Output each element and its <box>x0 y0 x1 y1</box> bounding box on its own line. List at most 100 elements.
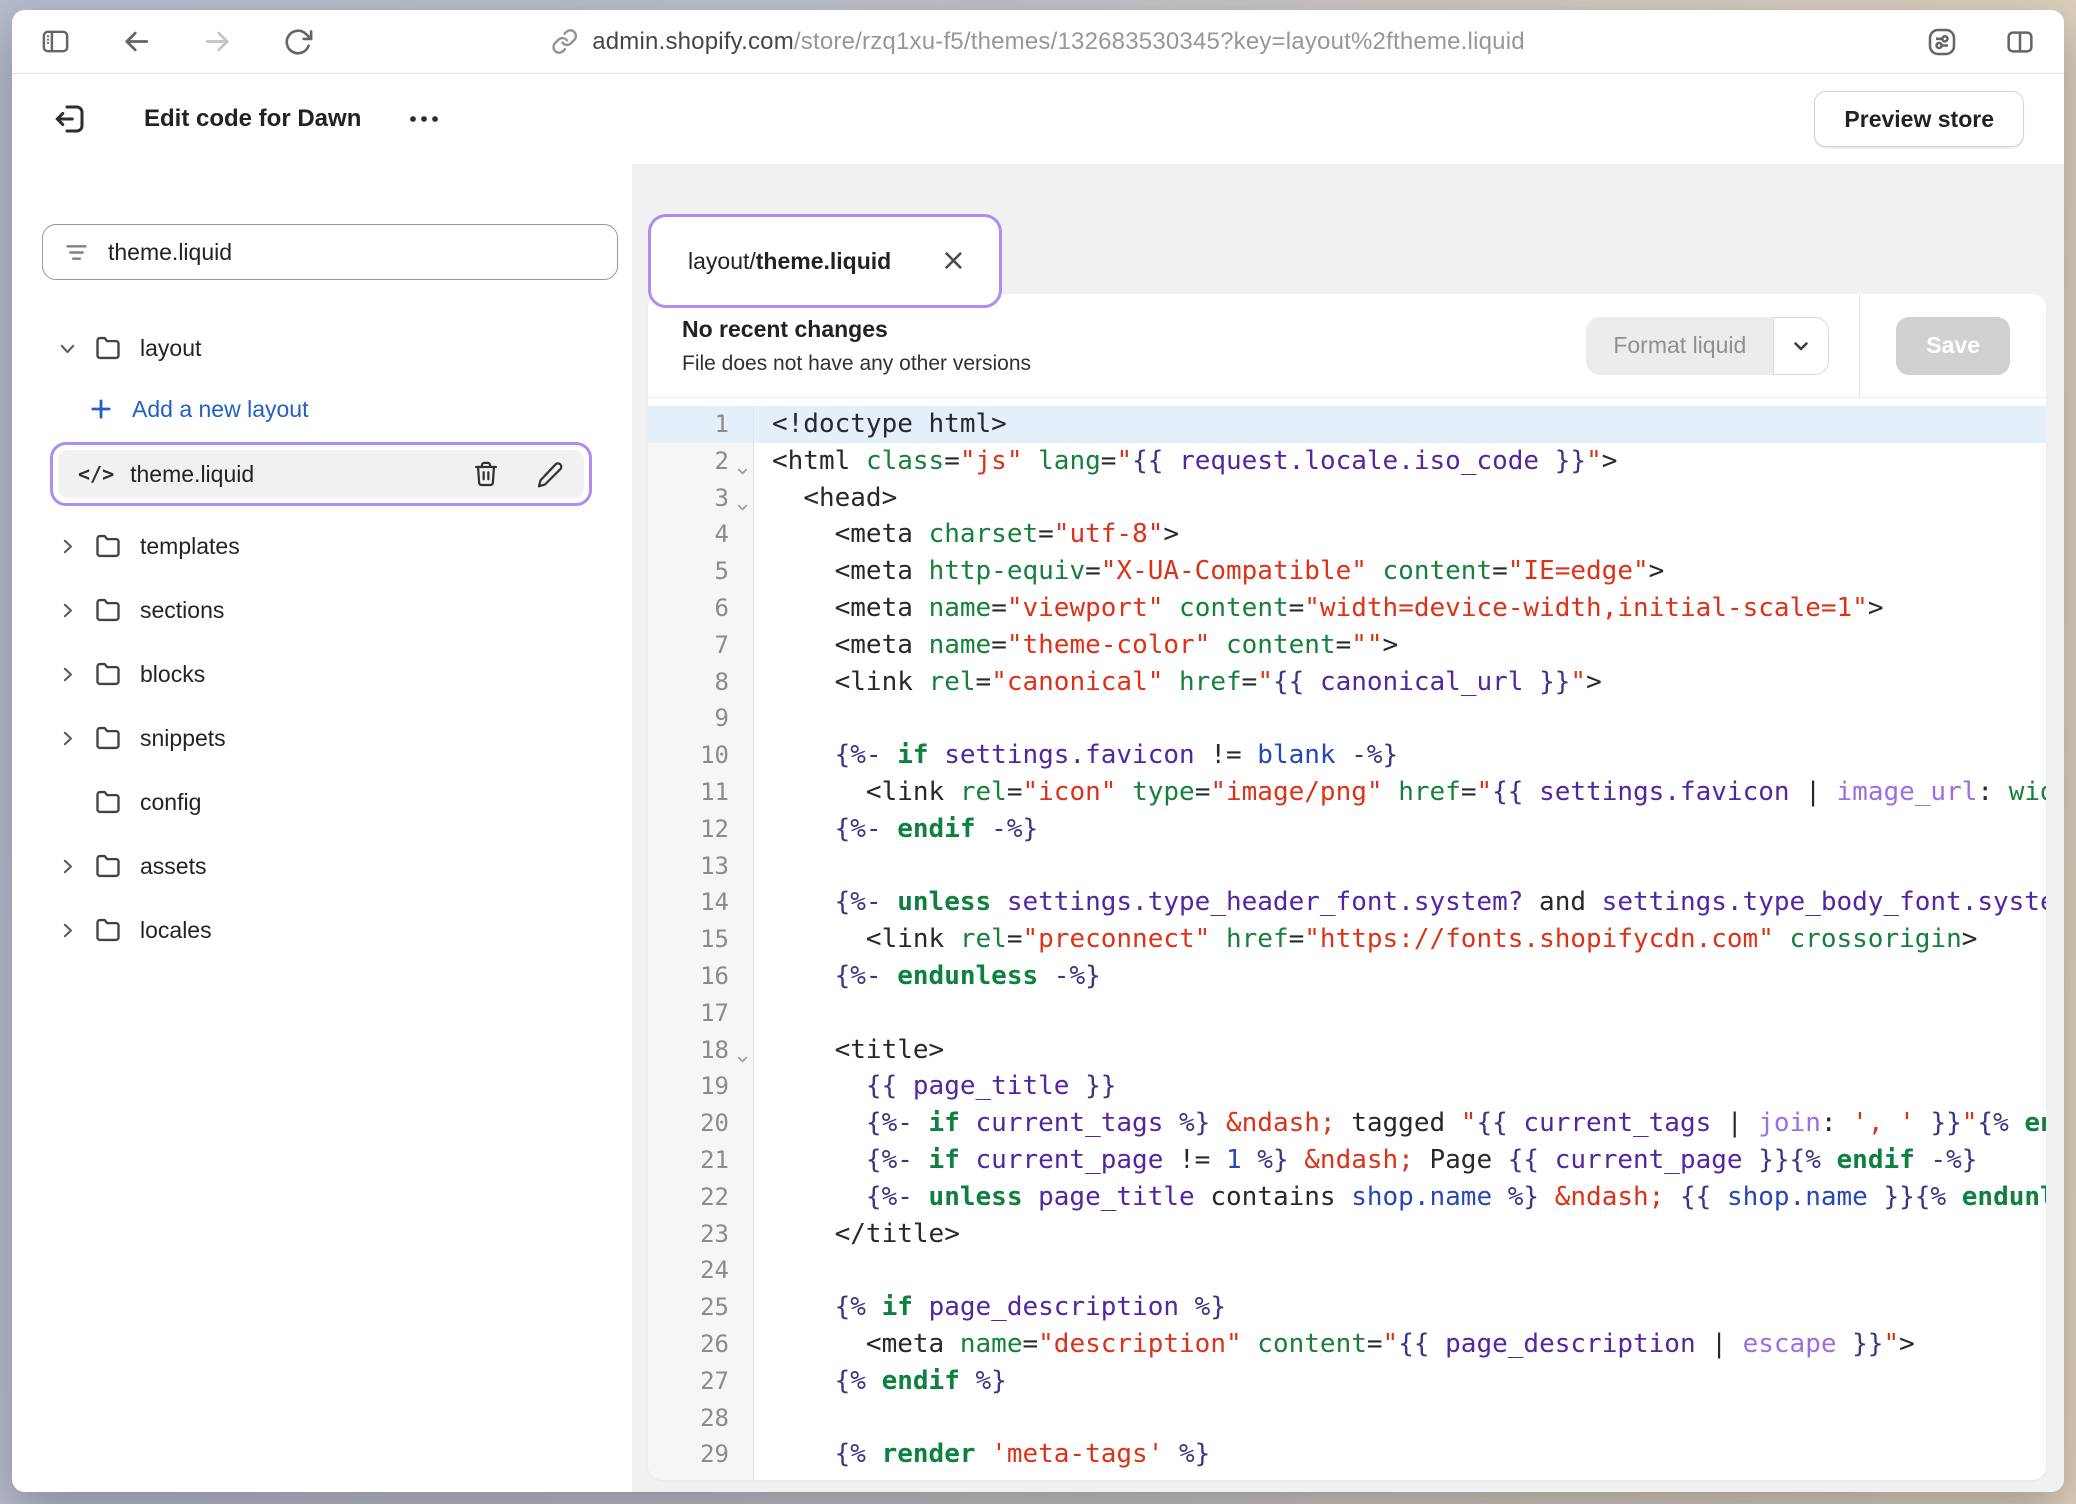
code-line-content[interactable] <box>754 995 2046 1032</box>
chevron-right-icon[interactable] <box>54 536 80 557</box>
code-line-content[interactable]: <meta name="description" content="{{ pag… <box>754 1326 2046 1363</box>
code-line-content[interactable]: {%- endunless -%} <box>754 958 2046 995</box>
filter-icon <box>63 239 90 266</box>
exit-icon[interactable] <box>52 101 88 137</box>
sidebar-item-sections[interactable]: sections <box>42 578 618 642</box>
chevron-right-icon[interactable] <box>54 728 80 749</box>
split-view-icon[interactable] <box>2004 26 2036 58</box>
page-settings-icon[interactable] <box>1926 26 1958 58</box>
code-line-content[interactable]: <meta name="viewport" content="width=dev… <box>754 590 2046 627</box>
sidebar-item-snippets[interactable]: snippets <box>42 706 618 770</box>
address-bar[interactable]: admin.shopify.com/store/rzq1xu-f5/themes… <box>551 28 1525 56</box>
folder-label: config <box>140 789 201 816</box>
rename-file-icon[interactable] <box>536 460 564 488</box>
code-line: 26 <meta name="description" content="{{ … <box>648 1326 2046 1363</box>
folder-icon <box>94 724 122 752</box>
file-item-theme-liquid[interactable]: </>theme.liquid <box>58 450 584 498</box>
code-line-content[interactable]: {%- if current_tags %} &ndash; tagged "{… <box>754 1105 2046 1142</box>
chevron-down-icon[interactable] <box>54 338 80 359</box>
code-line: 16 {%- endunless -%} <box>648 958 2046 995</box>
code-line-content[interactable]: {%- if current_page != 1 %} &ndash; Page… <box>754 1142 2046 1179</box>
fold-chevron-icon[interactable] <box>735 464 750 479</box>
folder-label: assets <box>140 853 206 880</box>
tab-theme-liquid[interactable]: layout/theme.liquid × <box>660 225 990 297</box>
add-new-layout-link[interactable]: Add a new layout <box>42 380 618 438</box>
chevron-right-icon[interactable] <box>54 856 80 877</box>
file-search-input[interactable]: theme.liquid <box>42 224 618 280</box>
tab-close-icon[interactable]: × <box>941 246 966 276</box>
code-line-content[interactable] <box>754 848 2046 885</box>
fold-chevron-icon[interactable] <box>735 1052 750 1067</box>
code-line-content[interactable]: <html class="js" lang="{{ request.locale… <box>754 443 2046 480</box>
line-number: 18 <box>648 1032 754 1069</box>
code-line-content[interactable]: {%- unless page_title contains shop.name… <box>754 1179 2046 1216</box>
editor-area: layout/theme.liquid × No recent changes … <box>632 164 2064 1492</box>
line-number: 3 <box>648 480 754 517</box>
folder-icon <box>94 852 122 880</box>
code-line-content[interactable]: <title> <box>754 1032 2046 1069</box>
sidebar-item-blocks[interactable]: blocks <box>42 642 618 706</box>
sidebar-item-templates[interactable]: templates <box>42 514 618 578</box>
code-line-content[interactable]: <link rel="canonical" href="{{ canonical… <box>754 664 2046 701</box>
code-line-content[interactable]: <meta http-equiv="X-UA-Compatible" conte… <box>754 553 2046 590</box>
format-liquid-button[interactable]: Format liquid <box>1586 317 1773 375</box>
line-number: 22 <box>648 1179 754 1216</box>
code-line: 1<!doctype html> <box>648 406 2046 443</box>
line-number: 20 <box>648 1105 754 1142</box>
line-number: 23 <box>648 1216 754 1253</box>
code-line-content[interactable] <box>754 700 2046 737</box>
delete-file-icon[interactable] <box>472 460 500 488</box>
code-line: 3 <head> <box>648 480 2046 517</box>
save-button[interactable]: Save <box>1896 317 2010 375</box>
sidebar-item-locales[interactable]: locales <box>42 898 618 962</box>
line-number: 6 <box>648 590 754 627</box>
folder-icon <box>94 916 122 944</box>
code-line: 28 <box>648 1400 2046 1437</box>
browser-toolbar: admin.shopify.com/store/rzq1xu-f5/themes… <box>12 10 2064 74</box>
preview-store-button[interactable]: Preview store <box>1814 91 2024 147</box>
code-line-content[interactable] <box>754 1400 2046 1437</box>
back-icon[interactable] <box>121 26 152 57</box>
code-line-content[interactable]: </title> <box>754 1216 2046 1253</box>
line-number: 25 <box>648 1289 754 1326</box>
version-subtitle: File does not have any other versions <box>682 352 1031 376</box>
fold-chevron-icon[interactable] <box>735 500 750 515</box>
code-line: 15 <link rel="preconnect" href="https://… <box>648 921 2046 958</box>
line-number: 5 <box>648 553 754 590</box>
line-number: 16 <box>648 958 754 995</box>
code-line-content[interactable]: <meta name="theme-color" content=""> <box>754 627 2046 664</box>
code-line: 18 <title> <box>648 1032 2046 1069</box>
code-line: 22 {%- unless page_title contains shop.n… <box>648 1179 2046 1216</box>
code-line-content[interactable]: <link rel="preconnect" href="https://fon… <box>754 921 2046 958</box>
chevron-right-icon[interactable] <box>54 600 80 621</box>
code-line-content[interactable] <box>754 1252 2046 1289</box>
code-line-content[interactable]: {%- unless settings.type_header_font.sys… <box>754 884 2046 921</box>
sidebar-toggle-icon[interactable] <box>40 26 71 57</box>
code-line-content[interactable]: {% render 'meta-tags' %} <box>754 1436 2046 1473</box>
url-domain: admin.shopify.com <box>592 28 794 55</box>
chevron-right-icon[interactable] <box>54 664 80 685</box>
code-line-content[interactable]: <head> <box>754 480 2046 517</box>
sidebar-item-layout[interactable]: layout <box>42 316 618 380</box>
code-line: 8 <link rel="canonical" href="{{ canonic… <box>648 664 2046 701</box>
code-line-content[interactable]: {%- if settings.favicon != blank -%} <box>754 737 2046 774</box>
code-line-content[interactable]: {% if page_description %} <box>754 1289 2046 1326</box>
folder-icon <box>94 660 122 688</box>
sidebar-item-assets[interactable]: assets <box>42 834 618 898</box>
code-editor[interactable]: 1<!doctype html>2<html class="js" lang="… <box>648 398 2046 1480</box>
code-line-content[interactable]: {%- endif -%} <box>754 811 2046 848</box>
line-number: 19 <box>648 1068 754 1105</box>
more-menu-icon[interactable] <box>407 113 447 125</box>
format-liquid-dropdown-button[interactable] <box>1773 317 1829 375</box>
code-line-content[interactable]: <meta charset="utf-8"> <box>754 516 2046 553</box>
code-line-content[interactable]: <!doctype html> <box>754 406 2046 443</box>
code-line-content[interactable]: <link rel="icon" type="image/png" href="… <box>754 774 2046 811</box>
code-editor-panel: No recent changes File does not have any… <box>648 294 2046 1480</box>
code-line-content[interactable]: {% endif %} <box>754 1363 2046 1400</box>
code-line-content[interactable]: {{ page_title }} <box>754 1068 2046 1105</box>
folder-label: snippets <box>140 725 226 752</box>
reload-icon[interactable] <box>283 27 313 57</box>
sidebar-item-config[interactable]: config <box>42 770 618 834</box>
editor-toolbar: No recent changes File does not have any… <box>648 294 2046 398</box>
chevron-right-icon[interactable] <box>54 920 80 941</box>
